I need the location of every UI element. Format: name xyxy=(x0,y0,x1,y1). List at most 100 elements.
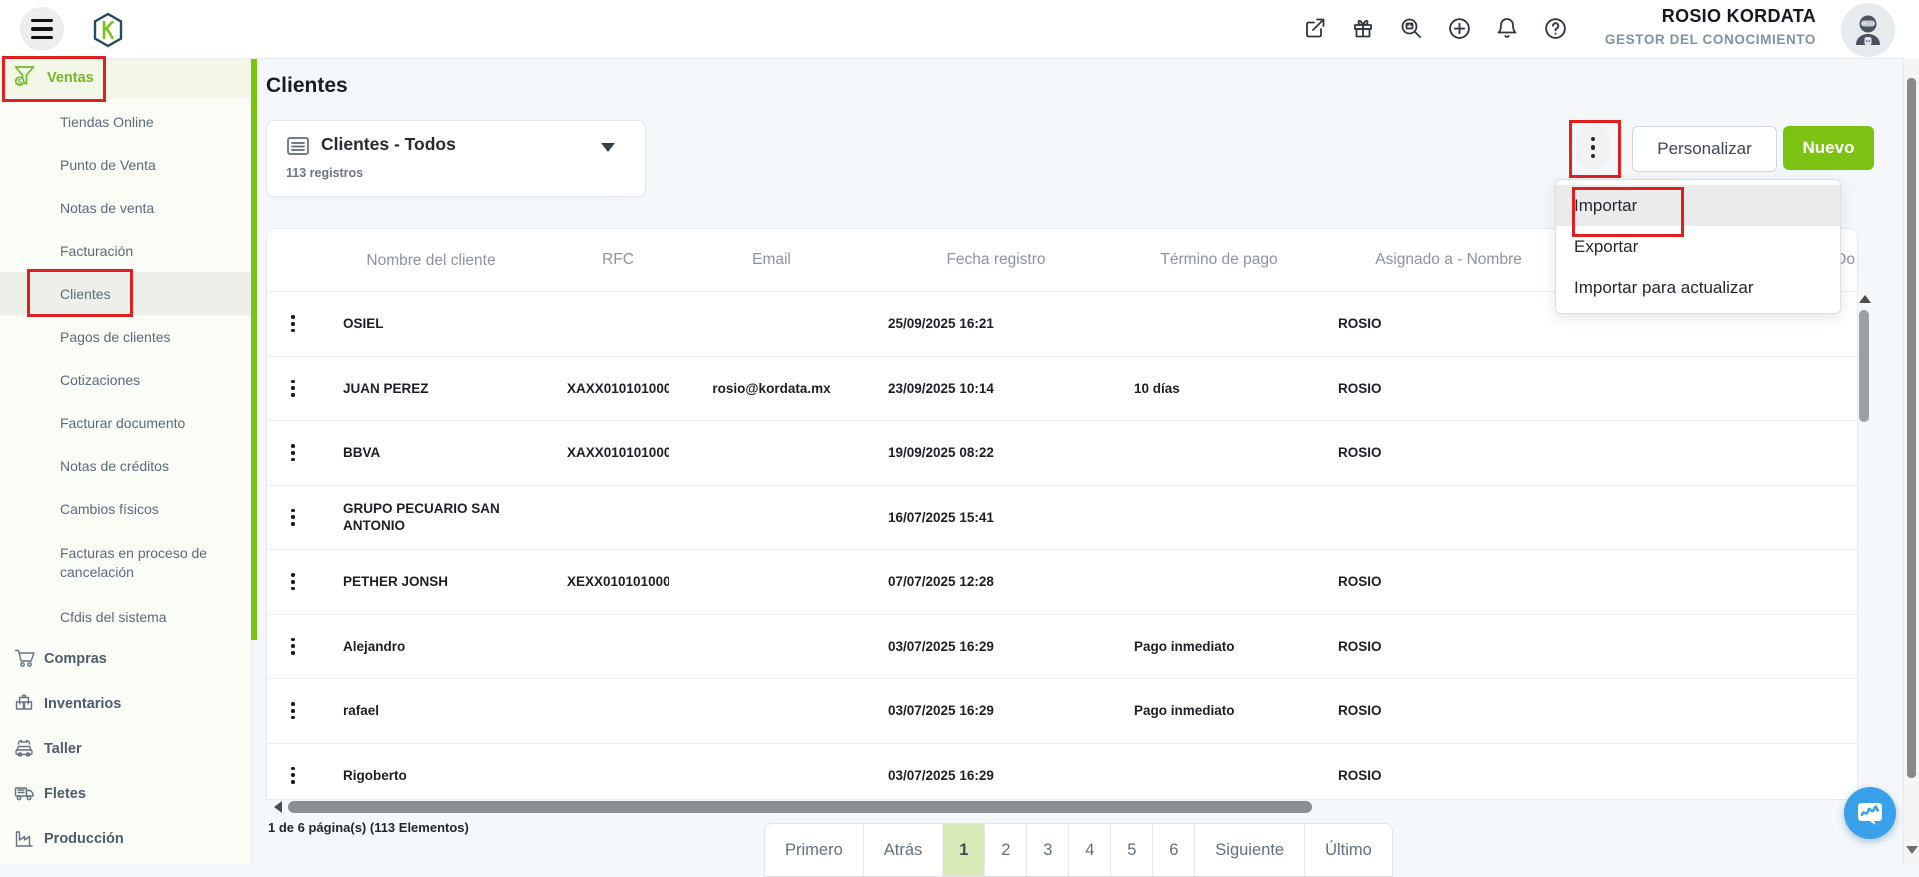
cell-asignado: ROSIO xyxy=(1304,381,1559,396)
table-row[interactable]: GRUPO PECUARIO SAN ANTONIO16/07/2025 15:… xyxy=(267,485,1857,550)
table-actions-kebab-button[interactable] xyxy=(1576,125,1610,170)
cell-termino: Pago inmediato xyxy=(1104,703,1304,718)
menu-item-exportar[interactable]: Exportar xyxy=(1556,226,1840,267)
cell-email: rosio@kordata.mx xyxy=(669,381,874,396)
sidebar-item-pagos-de-clientes[interactable]: Pagos de clientes xyxy=(0,315,251,358)
sidebar-submenu: Tiendas OnlinePunto de VentaNotas de ven… xyxy=(0,100,251,638)
table-scroll-left-arrow[interactable] xyxy=(274,801,282,813)
page-button-1[interactable]: 1 xyxy=(942,824,984,876)
pagination-bar: PrimeroAtrás123456SiguienteÚltimo xyxy=(764,823,1393,877)
sidebar-item-notas-de-venta[interactable]: Notas de venta xyxy=(0,186,251,229)
chevron-down-icon[interactable] xyxy=(601,143,615,152)
cell-rfc: XEXX010101000 xyxy=(519,574,669,589)
table-row[interactable]: JUAN PEREZXAXX010101000rosio@kordata.mx2… xyxy=(267,356,1857,421)
sidebar-item-cfdis-del-sistema[interactable]: Cfdis del sistema xyxy=(0,595,251,638)
cell-asignado: ROSIO xyxy=(1304,574,1559,589)
sidebar-item-taller[interactable]: Taller xyxy=(0,726,251,771)
cart-icon xyxy=(13,646,35,672)
kordata-logo-icon[interactable] xyxy=(92,12,124,48)
column-header-fecha-registro[interactable]: Fecha registro xyxy=(874,251,1104,269)
row-kebab-icon[interactable] xyxy=(285,696,301,725)
row-kebab-icon[interactable] xyxy=(285,567,301,596)
row-kebab-icon[interactable] xyxy=(285,438,301,467)
table-row[interactable]: BBVAXAXX01010100019/09/2025 08:22ROSIO xyxy=(267,420,1857,485)
hamburger-menu-button[interactable] xyxy=(20,7,64,51)
cell-termino: 10 días xyxy=(1104,381,1304,396)
page-button-5[interactable]: 5 xyxy=(1110,824,1152,876)
table-row[interactable]: Alejandro03/07/2025 16:29Pago inmediatoR… xyxy=(267,614,1857,679)
row-kebab-icon[interactable] xyxy=(285,309,301,338)
table-horizontal-scrollbar[interactable] xyxy=(288,801,1312,813)
actions-context-menu: ImportarExportarImportar para actualizar xyxy=(1555,179,1841,314)
row-kebab-icon[interactable] xyxy=(285,761,301,790)
view-selector-record-count: 113 registros xyxy=(286,166,363,180)
column-header-termino-de-pago[interactable]: Término de pago xyxy=(1104,251,1304,269)
personalize-button[interactable]: Personalizar xyxy=(1632,126,1777,172)
sidebar-item-facturas-en-proceso-de-cancelacion[interactable]: Facturas en proceso de cancelación xyxy=(0,530,251,595)
cell-nombre: Rigoberto xyxy=(319,767,519,784)
column-header-email[interactable]: Email xyxy=(669,251,874,269)
sidebar-sections: Compras Inventarios TallerFletesProducción xyxy=(0,636,251,861)
user-block[interactable]: ROSIO KORDATA GESTOR DEL CONOCIMIENTO xyxy=(1605,6,1816,47)
external-link-icon[interactable] xyxy=(1300,13,1330,43)
bell-icon[interactable] xyxy=(1492,13,1522,43)
sidebar-item-ventas[interactable]: $ Ventas xyxy=(0,58,251,98)
page-button-6[interactable]: 6 xyxy=(1152,824,1194,876)
search-scan-icon[interactable] xyxy=(1396,13,1426,43)
sidebar-item-cambios-fisicos[interactable]: Cambios físicos xyxy=(0,487,251,530)
view-selector-label: Clientes - Todos xyxy=(321,134,456,155)
factory-icon xyxy=(13,826,35,852)
user-name: ROSIO KORDATA xyxy=(1605,6,1816,27)
table-row[interactable]: PETHER JONSHXEXX01010100007/07/2025 12:2… xyxy=(267,549,1857,614)
table-row[interactable]: Rigoberto03/07/2025 16:29ROSIO xyxy=(267,743,1857,801)
row-kebab-icon[interactable] xyxy=(285,374,301,403)
sidebar-item-notas-de-creditos[interactable]: Notas de créditos xyxy=(0,444,251,487)
sidebar-item-cotizaciones[interactable]: Cotizaciones xyxy=(0,358,251,401)
cell-fecha: 16/07/2025 15:41 xyxy=(874,510,1104,525)
avatar[interactable] xyxy=(1841,3,1895,57)
page-button-atras[interactable]: Atrás xyxy=(863,824,943,876)
menu-item-importar-para-actualizar[interactable]: Importar para actualizar xyxy=(1556,267,1840,308)
sidebar-item-label: Inventarios xyxy=(44,696,121,712)
column-header-asignado-a-nombre[interactable]: Asignado a - Nombre xyxy=(1304,251,1559,269)
table-scroll-up-arrow[interactable] xyxy=(1859,295,1871,303)
sidebar-item-fletes[interactable]: Fletes xyxy=(0,771,251,816)
cell-nombre: BBVA xyxy=(319,444,519,461)
sidebar-item-produccion[interactable]: Producción xyxy=(0,816,251,861)
new-button[interactable]: Nuevo xyxy=(1783,126,1874,170)
sidebar-item-facturacion[interactable]: Facturación xyxy=(0,229,251,272)
page-button-primero[interactable]: Primero xyxy=(765,824,863,876)
gift-icon[interactable] xyxy=(1348,13,1378,43)
column-header-nombre-del-cliente[interactable]: Nombre del cliente xyxy=(319,252,519,269)
column-header-rfc[interactable]: RFC xyxy=(519,251,669,269)
table-vertical-scrollbar[interactable] xyxy=(1859,310,1869,422)
sidebar-item-punto-de-venta[interactable]: Punto de Venta xyxy=(0,143,251,186)
page-button-2[interactable]: 2 xyxy=(984,824,1026,876)
page-button-siguiente[interactable]: Siguiente xyxy=(1194,824,1304,876)
help-icon[interactable] xyxy=(1540,13,1570,43)
page-button-ultimo[interactable]: Último xyxy=(1304,824,1392,876)
row-kebab-icon[interactable] xyxy=(285,632,301,661)
sidebar-item-clientes[interactable]: Clientes xyxy=(0,272,251,315)
page-button-4[interactable]: 4 xyxy=(1068,824,1110,876)
sidebar-item-compras[interactable]: Compras xyxy=(0,636,251,681)
page-scroll-down-arrow[interactable] xyxy=(1906,846,1918,854)
cell-nombre: Alejandro xyxy=(319,638,519,655)
add-circle-icon[interactable] xyxy=(1444,13,1474,43)
cell-asignado: ROSIO xyxy=(1304,639,1559,654)
page-scrollbar-track[interactable] xyxy=(1903,58,1919,864)
sidebar-item-inventarios[interactable]: Inventarios xyxy=(0,681,251,726)
pagination-summary: 1 de 6 página(s) (113 Elementos) xyxy=(268,820,469,835)
menu-item-importar[interactable]: Importar xyxy=(1556,185,1840,226)
car-service-icon xyxy=(13,736,35,762)
sidebar-item-facturar-documento[interactable]: Facturar documento xyxy=(0,401,251,444)
table-row[interactable]: rafael03/07/2025 16:29Pago inmediatoROSI… xyxy=(267,678,1857,743)
row-kebab-icon[interactable] xyxy=(285,503,301,532)
sidebar-item-tiendas-online[interactable]: Tiendas Online xyxy=(0,100,251,143)
cell-nombre: JUAN PEREZ xyxy=(319,380,519,397)
view-selector[interactable]: Clientes - Todos 113 registros xyxy=(266,120,646,197)
table-body: OSIEL25/09/2025 16:21ROSIOJUAN PEREZXAXX… xyxy=(267,291,1857,800)
page-button-3[interactable]: 3 xyxy=(1026,824,1068,876)
chat-widget-button[interactable] xyxy=(1844,787,1896,839)
page-scrollbar-thumb[interactable] xyxy=(1907,78,1916,778)
